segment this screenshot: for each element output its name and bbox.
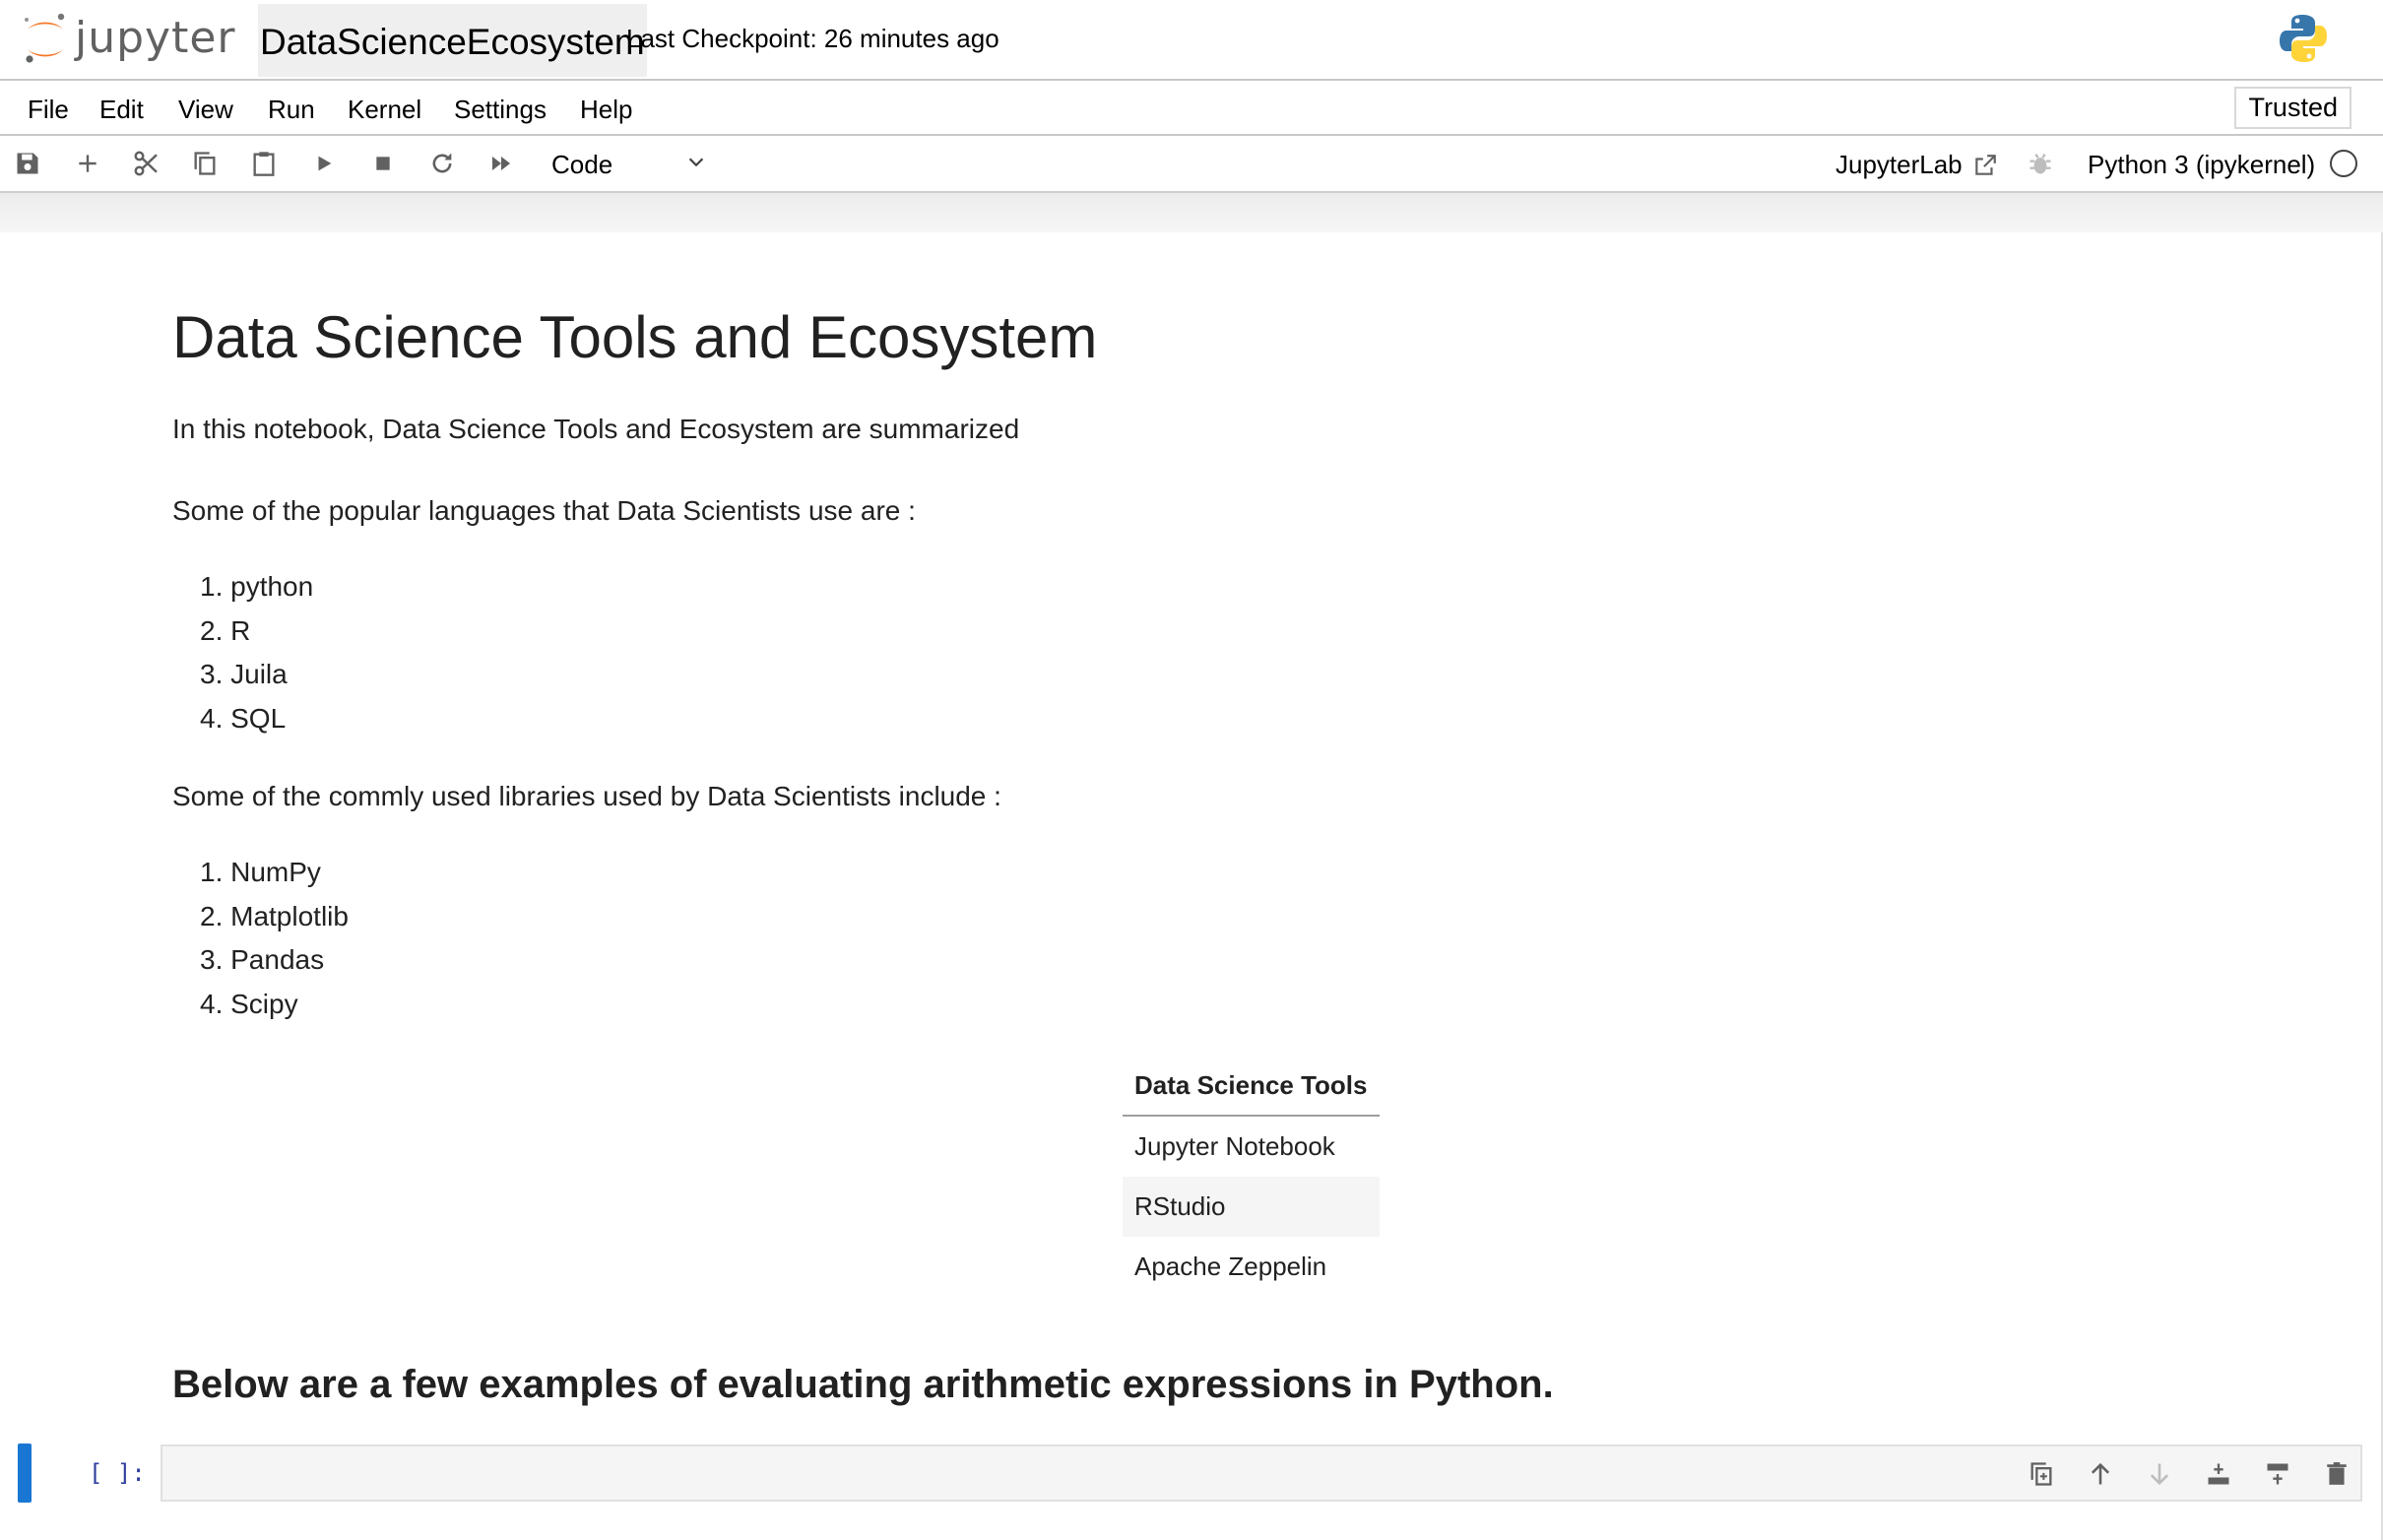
paste-icon[interactable] [248, 148, 280, 179]
notebook-top-spacer [0, 193, 2383, 232]
list-item: 2. R [200, 614, 251, 646]
data-science-tools-table: Data Science Tools Jupyter Notebook RStu… [1123, 1056, 1380, 1297]
chevron-down-icon [685, 152, 707, 173]
table-cell: Apache Zeppelin [1134, 1251, 1327, 1281]
save-icon[interactable] [12, 148, 43, 179]
active-cell-indicator [18, 1444, 32, 1503]
cell-type-value: Code [551, 150, 613, 179]
table-row: Apache Zeppelin [1123, 1237, 1380, 1297]
intro-paragraph: In this notebook, Data Science Tools and… [172, 414, 1020, 444]
list-item: 3. Pandas [200, 944, 325, 975]
menu-help[interactable]: Help [580, 95, 632, 125]
insert-cell-above-icon[interactable] [2263, 1459, 2292, 1489]
delete-cell-icon[interactable] [2322, 1459, 2351, 1489]
external-link-icon [1972, 153, 1998, 178]
table-header: Data Science Tools [1123, 1056, 1380, 1117]
move-up-icon[interactable] [2086, 1459, 2115, 1489]
menu-settings[interactable]: Settings [454, 95, 547, 125]
menu-run[interactable]: Run [268, 95, 315, 125]
table-cell: RStudio [1123, 1177, 1380, 1237]
duplicate-cell-icon[interactable] [2027, 1459, 2056, 1489]
top-header: jupyter DataScienceEcosystem Last Checkp… [0, 0, 2383, 81]
menu-file[interactable]: File [28, 95, 69, 125]
trusted-indicator[interactable]: Trusted [2234, 87, 2351, 129]
jupyter-logo-text: jupyter [75, 12, 236, 63]
libraries-list: 1. NumPy 2. Matplotlib 3. Pandas 4. Scip… [200, 851, 349, 1026]
jupyterlab-label: JupyterLab [1836, 150, 1963, 179]
list-item: 4. Scipy [200, 988, 298, 1019]
languages-list: 1. python 2. R 3. Juila 4. SQL [200, 565, 313, 740]
copy-icon[interactable] [189, 148, 221, 179]
libraries-intro: Some of the commly used libraries used b… [172, 781, 1001, 811]
notebook-panel: Data Science Tools and Ecosystem In this… [0, 232, 2383, 1540]
list-item: 4. SQL [200, 702, 287, 734]
open-jupyterlab-link[interactable]: JupyterLab [1836, 150, 1998, 180]
arithmetic-heading: Below are a few examples of evaluating a… [172, 1363, 1554, 1406]
cell-prompt: [ ]: [89, 1459, 146, 1487]
jupyter-logo[interactable]: jupyter [22, 8, 236, 67]
menu-bar: File Edit View Run Kernel Settings Help … [0, 81, 2383, 136]
move-down-icon[interactable] [2145, 1459, 2174, 1489]
add-cell-icon[interactable] [72, 148, 103, 179]
python-logo-icon [2277, 12, 2330, 65]
list-item: 1. NumPy [200, 857, 321, 887]
fast-forward-icon[interactable] [485, 148, 517, 179]
table-cell: Jupyter Notebook [1134, 1131, 1335, 1161]
notebook-toolbar: Code JupyterLab Python 3 (ipykernel) [0, 136, 2383, 193]
run-icon[interactable] [308, 148, 340, 179]
checkpoint-status: Last Checkpoint: 26 minutes ago [626, 24, 999, 53]
menu-kernel[interactable]: Kernel [348, 95, 421, 125]
notebook-heading: Data Science Tools and Ecosystem [172, 304, 1098, 370]
languages-intro: Some of the popular languages that Data … [172, 495, 916, 526]
list-item: 3. Juila [200, 659, 288, 689]
menu-edit[interactable]: Edit [99, 95, 144, 125]
restart-icon[interactable] [426, 148, 458, 179]
cut-icon[interactable] [131, 148, 162, 179]
stop-icon[interactable] [367, 148, 399, 179]
kernel-idle-status-icon [2330, 150, 2357, 177]
list-item: 1. python [200, 571, 314, 602]
insert-cell-below-icon[interactable] [2204, 1459, 2233, 1489]
table-row: Jupyter Notebook [1123, 1116, 1380, 1177]
cell-type-dropdown[interactable]: Code [551, 148, 707, 179]
notebook-title[interactable]: DataScienceEcosystem [258, 4, 647, 77]
debugger-bug-icon[interactable] [2027, 150, 2054, 177]
table-row: RStudio [1123, 1177, 1380, 1237]
menu-view[interactable]: View [178, 95, 233, 125]
kernel-name[interactable]: Python 3 (ipykernel) [2088, 150, 2315, 180]
list-item: 2. Matplotlib [200, 900, 349, 931]
jupyter-logo-icon [25, 13, 65, 63]
